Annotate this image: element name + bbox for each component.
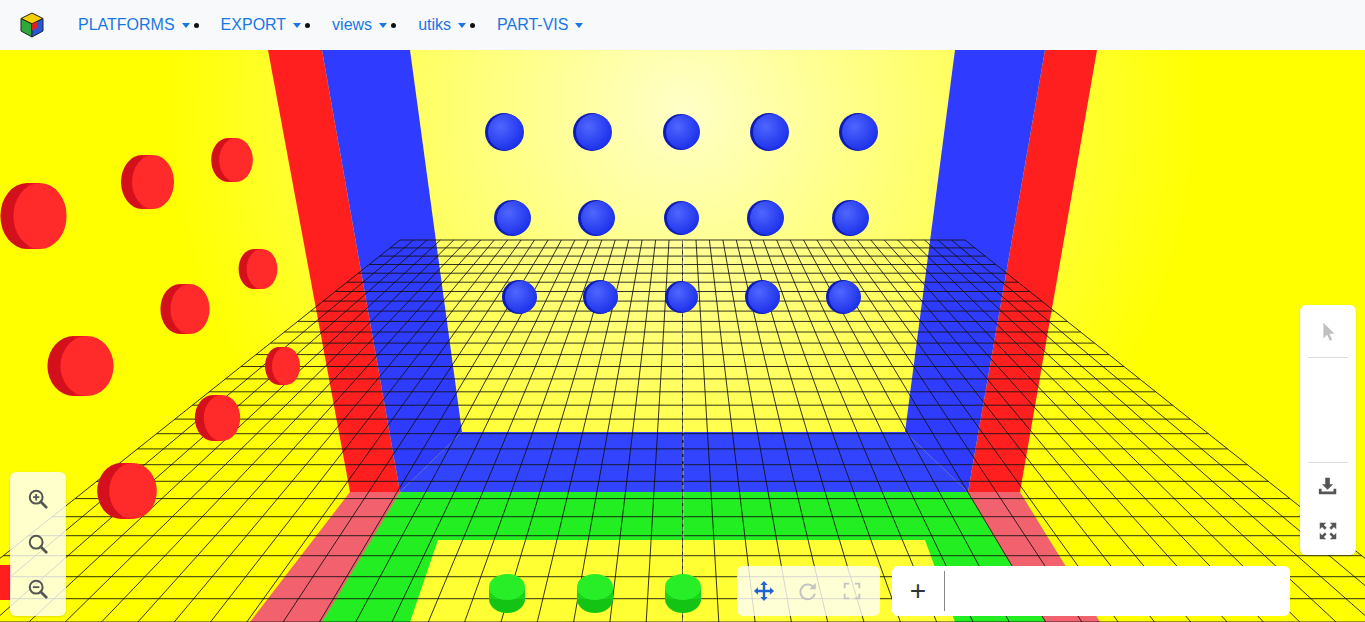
menu-dot <box>587 23 592 28</box>
menu-dot <box>305 23 310 28</box>
separator <box>1308 357 1348 358</box>
red-cylinder[interactable] <box>239 249 278 289</box>
red-cylinder[interactable] <box>97 463 157 519</box>
blue-cylinder[interactable] <box>665 281 698 313</box>
blue-cylinder[interactable] <box>573 113 612 151</box>
blue-cylinder[interactable] <box>664 201 699 235</box>
move-icon <box>753 580 775 602</box>
move-button[interactable] <box>742 569 786 613</box>
blue-cylinder[interactable] <box>578 200 615 236</box>
menu-dot <box>391 23 396 28</box>
cube-logo-icon[interactable] <box>19 12 45 38</box>
blue-cylinder[interactable] <box>502 280 537 314</box>
blue-cylinder[interactable] <box>747 200 784 236</box>
blue-cylinder[interactable] <box>839 113 878 151</box>
green-cylinder[interactable] <box>577 574 613 613</box>
navbar: PLATFORMS EXPORT views utiks PART-VIS <box>0 0 1365 50</box>
side-toolbar <box>1300 305 1356 555</box>
blue-cylinder[interactable] <box>494 200 531 236</box>
menu-dot <box>194 23 199 28</box>
green-cylinder[interactable] <box>489 574 525 613</box>
caret-down-icon <box>458 23 466 28</box>
menu-item[interactable]: EXPORT <box>221 15 311 35</box>
scene[interactable] <box>0 50 1365 622</box>
caret-down-icon <box>575 23 583 28</box>
floor-grid <box>0 240 1365 622</box>
menu-bar: PLATFORMS EXPORT views utiks PART-VIS <box>78 15 592 35</box>
separator <box>1308 462 1348 463</box>
caret-down-icon <box>293 23 301 28</box>
expand-button[interactable] <box>1308 509 1348 553</box>
zoom-button[interactable] <box>18 479 58 519</box>
zoom-button[interactable] <box>18 569 58 609</box>
red-cylinder[interactable] <box>160 284 209 334</box>
download-button[interactable] <box>1308 463 1348 509</box>
pointer-button[interactable] <box>1308 307 1348 357</box>
command-input[interactable] <box>945 566 1290 616</box>
expand-icon <box>1317 520 1339 542</box>
fullscreen-icon <box>841 580 863 602</box>
red-cylinder[interactable] <box>265 347 300 385</box>
red-cylinder[interactable] <box>121 155 174 209</box>
blue-cylinder[interactable] <box>832 200 869 236</box>
blue-cylinder[interactable] <box>583 280 618 314</box>
menu-item[interactable]: PLATFORMS <box>78 15 199 35</box>
add-button[interactable]: + <box>892 566 944 616</box>
pointer-icon <box>1317 321 1339 343</box>
blue-cylinder[interactable] <box>663 114 700 150</box>
menu-item[interactable]: PART-VIS <box>497 15 592 35</box>
menu-item[interactable]: utiks <box>418 15 475 35</box>
fullscreen-button[interactable] <box>830 569 874 613</box>
menu-label: EXPORT <box>221 15 287 35</box>
redo-icon <box>797 580 819 602</box>
app: PLATFORMS EXPORT views utiks PART-VIS + <box>0 0 1365 622</box>
green-cylinder[interactable] <box>665 574 701 613</box>
menu-item[interactable]: views <box>332 15 396 35</box>
command-bar: + <box>892 566 1290 616</box>
zoom-in-icon <box>27 488 49 510</box>
menu-label: utiks <box>418 15 451 35</box>
red-cylinder[interactable] <box>0 183 66 249</box>
zoom-toolbar <box>10 472 66 616</box>
caret-down-icon <box>182 23 190 28</box>
spacer <box>1308 358 1348 462</box>
search-icon <box>27 533 49 555</box>
menu-dot <box>470 23 475 28</box>
red-cylinder[interactable] <box>195 395 240 441</box>
menu-label: views <box>332 15 372 35</box>
red-cylinder[interactable] <box>47 336 113 396</box>
redo-button[interactable] <box>786 569 830 613</box>
menu-label: PART-VIS <box>497 15 568 35</box>
blue-cylinder[interactable] <box>826 280 861 314</box>
zoom-out-icon <box>27 578 49 600</box>
view-toolbar <box>737 566 880 616</box>
download-icon <box>1317 475 1339 497</box>
menu-label: PLATFORMS <box>78 15 175 35</box>
red-cylinder[interactable] <box>211 138 253 182</box>
zoom-button[interactable] <box>18 524 58 564</box>
blue-cylinder[interactable] <box>485 113 524 151</box>
blue-cylinder[interactable] <box>750 113 789 151</box>
background <box>0 50 1365 622</box>
viewport[interactable]: + <box>0 50 1365 622</box>
caret-down-icon <box>379 23 387 28</box>
blue-cylinder[interactable] <box>745 280 780 314</box>
